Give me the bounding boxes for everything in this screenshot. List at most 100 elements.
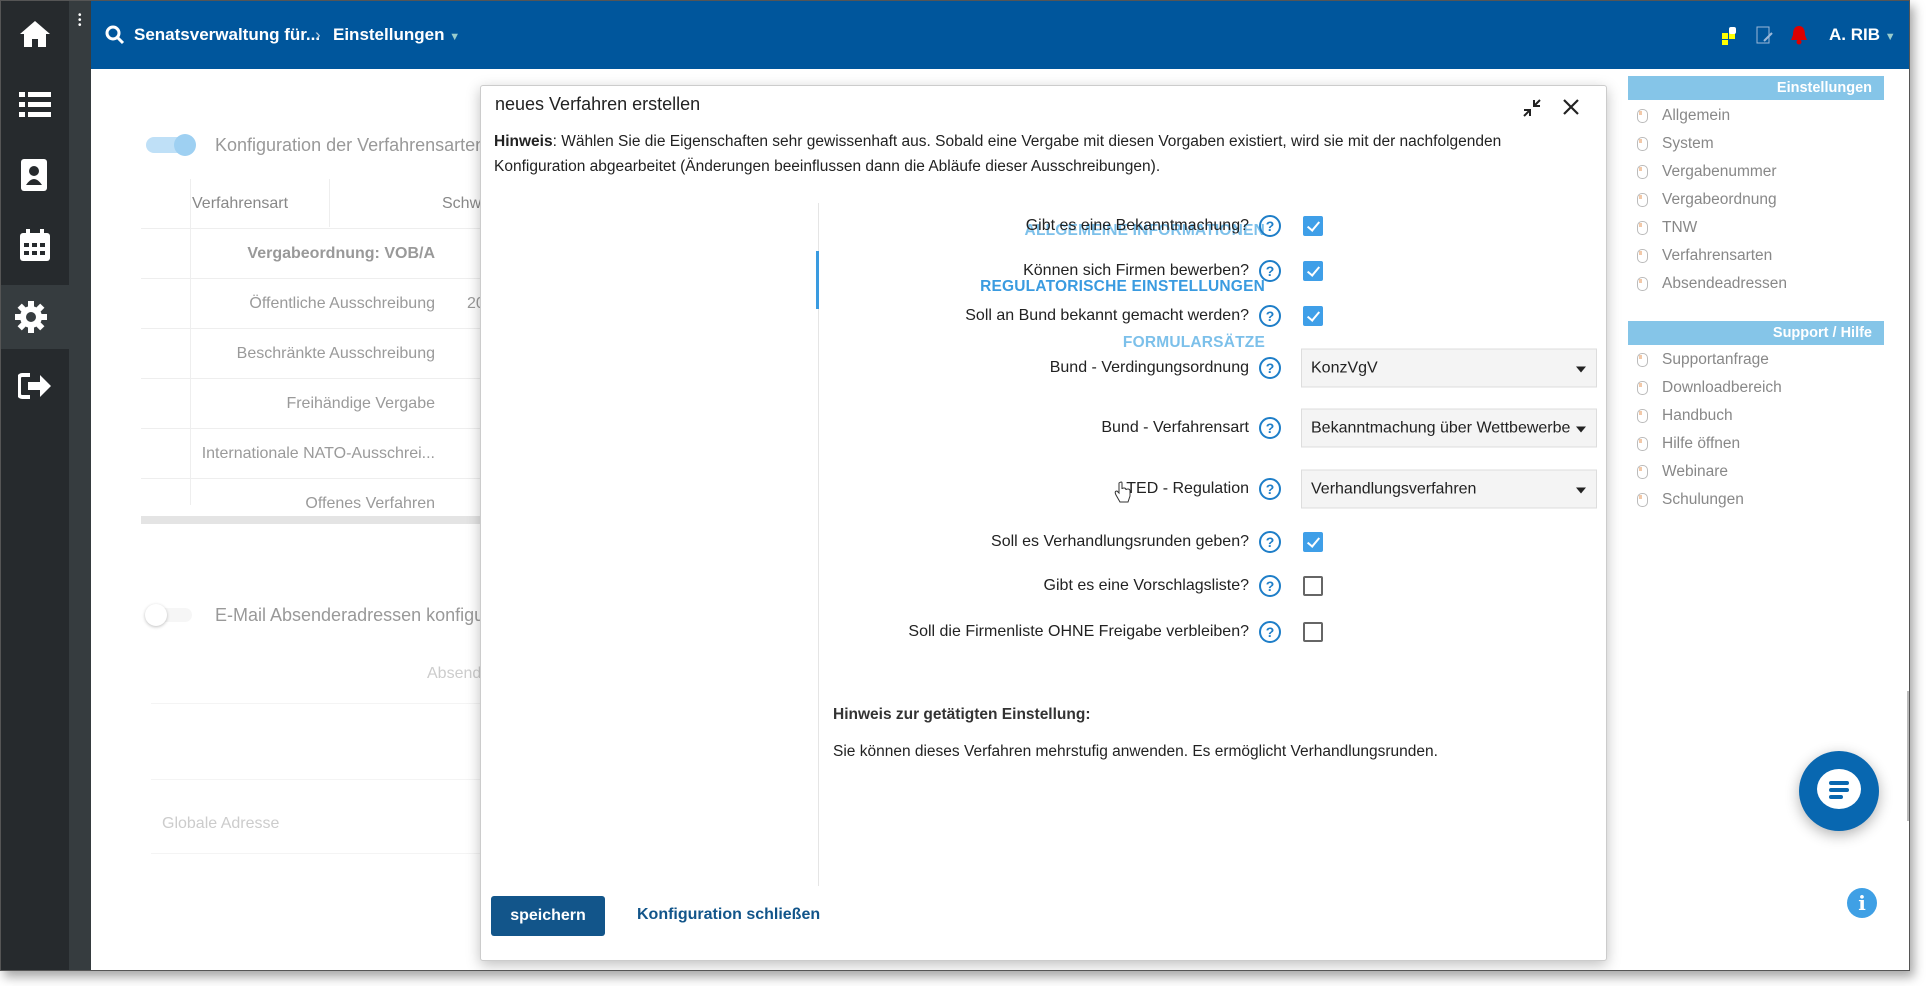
help-icon[interactable]: ?	[1259, 575, 1281, 597]
settings-link[interactable]: TNW	[1637, 219, 1697, 237]
field-select[interactable]: KonzVgV	[1301, 348, 1597, 388]
save-button[interactable]: speichern	[491, 896, 605, 936]
list-icon[interactable]	[1, 75, 69, 135]
link-label: Downloadbereich	[1662, 379, 1782, 396]
user-menu[interactable]: A. RIB ▼	[1829, 25, 1896, 45]
mouse-icon	[1637, 249, 1648, 263]
table-row[interactable]: Internationale NATO-Ausschrei...	[191, 445, 435, 463]
field-label: Gibt es eine Bekanntmachung?	[1025, 217, 1249, 234]
more-vertical-icon[interactable]: • • •	[78, 11, 82, 31]
select-value: Verhandlungsverfahren	[1311, 480, 1477, 498]
help-icon[interactable]: ?	[1259, 305, 1281, 327]
settings-link[interactable]: Vergabeordnung	[1637, 191, 1777, 209]
help-icon[interactable]: ?	[1259, 531, 1281, 553]
tab-1[interactable]: REGULATORISCHE EINSTELLUNGEN	[980, 278, 1265, 296]
support-link[interactable]: Webinare	[1637, 463, 1728, 481]
help-icon[interactable]: ?	[1259, 621, 1281, 643]
breadcrumb-section[interactable]: Einstellungen ▼	[333, 25, 460, 45]
field-checkbox[interactable]	[1303, 622, 1323, 642]
app-window: • • • Senatsverwaltung für... › Einstellun…	[0, 0, 1910, 971]
hint-text: : Wählen Sie die Eigenschaften sehr gewi…	[494, 133, 1502, 175]
close-configuration-link[interactable]: Konfiguration schließen	[637, 906, 820, 924]
link-label: System	[1662, 135, 1714, 152]
chat-icon	[1817, 769, 1861, 809]
table-row[interactable]: Öffentliche Ausschreibung	[191, 295, 435, 313]
edit-document-icon[interactable]	[1756, 26, 1774, 44]
field-checkbox[interactable]	[1303, 216, 1323, 236]
search-icon[interactable]	[105, 25, 125, 45]
global-address-label: Globale Adresse	[162, 815, 280, 832]
settings-link[interactable]: System	[1637, 135, 1714, 153]
table-row[interactable]: Vergabeordnung: VOB/A	[191, 245, 435, 263]
support-link[interactable]: Handbuch	[1637, 407, 1733, 425]
settings-link[interactable]: Vergabenummer	[1637, 163, 1777, 181]
link-label: Verfahrensarten	[1662, 247, 1773, 264]
calendar-icon[interactable]	[1, 215, 69, 275]
note-text: Sie können dieses Verfahren mehrstufig a…	[833, 743, 1438, 760]
field-checkbox[interactable]	[1303, 306, 1323, 326]
column-header[interactable]: Schw	[442, 195, 481, 213]
mouse-icon	[1637, 437, 1648, 451]
help-icon[interactable]: ?	[1259, 215, 1281, 237]
field-checkbox[interactable]	[1303, 261, 1323, 281]
chevron-down-icon: ▼	[1884, 31, 1896, 43]
dialog-title: neues Verfahren erstellen	[495, 94, 701, 114]
field-label: Gibt es eine Vorschlagsliste?	[1043, 577, 1249, 594]
link-label: Supportanfrage	[1662, 351, 1769, 368]
field-checkbox[interactable]	[1303, 532, 1323, 552]
settings-link[interactable]: Allgemein	[1637, 107, 1730, 125]
row-line	[141, 478, 481, 479]
support-section-header: Support / Hilfe	[1628, 321, 1884, 345]
link-label: Hilfe öffnen	[1662, 435, 1741, 452]
help-icon[interactable]: ?	[1259, 417, 1281, 439]
section-label: Einstellungen	[333, 25, 445, 44]
table-row[interactable]: Beschränkte Ausschreibung	[191, 345, 435, 363]
mouse-icon	[1637, 165, 1648, 179]
link-label: TNW	[1662, 219, 1698, 236]
field-select[interactable]: Verhandlungsverfahren	[1301, 469, 1597, 509]
info-icon[interactable]: i	[1847, 888, 1877, 918]
create-procedure-dialog: neues Verfahren erstellen Hinweis: Wähle…	[480, 85, 1607, 961]
bell-icon[interactable]	[1790, 25, 1808, 45]
settings-link[interactable]: Absendeadressen	[1637, 275, 1787, 293]
support-link[interactable]: Supportanfrage	[1637, 351, 1769, 369]
field-checkbox[interactable]	[1303, 576, 1323, 596]
tab-2[interactable]: FORMULARSÄTZE	[1123, 334, 1265, 352]
row-line	[151, 853, 481, 854]
support-link[interactable]: Hilfe öffnen	[1637, 435, 1740, 453]
chat-button[interactable]	[1799, 751, 1879, 831]
select-value: Bekanntmachung über Wettbewerbe	[1311, 419, 1571, 437]
table-row[interactable]: Freihändige Vergabe	[191, 395, 435, 413]
help-icon[interactable]: ?	[1259, 478, 1281, 500]
settings-link[interactable]: Verfahrensarten	[1637, 247, 1772, 265]
minimize-icon[interactable]	[1522, 98, 1542, 118]
note-title: Hinweis zur getätigten Einstellung:	[833, 706, 1091, 723]
support-link[interactable]: Schulungen	[1637, 491, 1744, 509]
column-header[interactable]: Verfahrensart	[192, 195, 288, 213]
verfahrensarten-toggle[interactable]	[146, 134, 196, 156]
apps-icon[interactable]	[1722, 27, 1738, 45]
support-link[interactable]: Downloadbereich	[1637, 379, 1782, 397]
field-select[interactable]: Bekanntmachung über Wettbewerbe	[1301, 408, 1597, 448]
table-scrollbar[interactable]	[141, 516, 481, 524]
field-label: TED - Regulation	[1126, 480, 1249, 497]
active-tab-indicator	[816, 251, 819, 309]
page-scrollbar[interactable]	[1907, 691, 1909, 821]
email-toggle[interactable]	[145, 604, 192, 626]
breadcrumb-org[interactable]: Senatsverwaltung für...	[134, 25, 320, 45]
contacts-icon[interactable]	[1, 145, 69, 205]
breadcrumb-separator-icon: ›	[315, 25, 321, 44]
help-icon[interactable]: ?	[1259, 260, 1281, 282]
close-icon[interactable]	[1562, 98, 1580, 116]
help-icon[interactable]: ?	[1259, 357, 1281, 379]
table-row[interactable]: Offenes Verfahren	[191, 495, 435, 513]
sidebar-toggle-strip[interactable]: • • •	[69, 1, 91, 970]
row-line	[141, 278, 481, 279]
mouse-icon	[1637, 109, 1648, 123]
row-line	[141, 378, 481, 379]
logout-icon[interactable]	[1, 356, 69, 416]
mouse-icon	[1637, 137, 1648, 151]
link-label: Webinare	[1662, 463, 1729, 480]
home-icon[interactable]	[1, 4, 69, 64]
link-label: Handbuch	[1662, 407, 1733, 424]
